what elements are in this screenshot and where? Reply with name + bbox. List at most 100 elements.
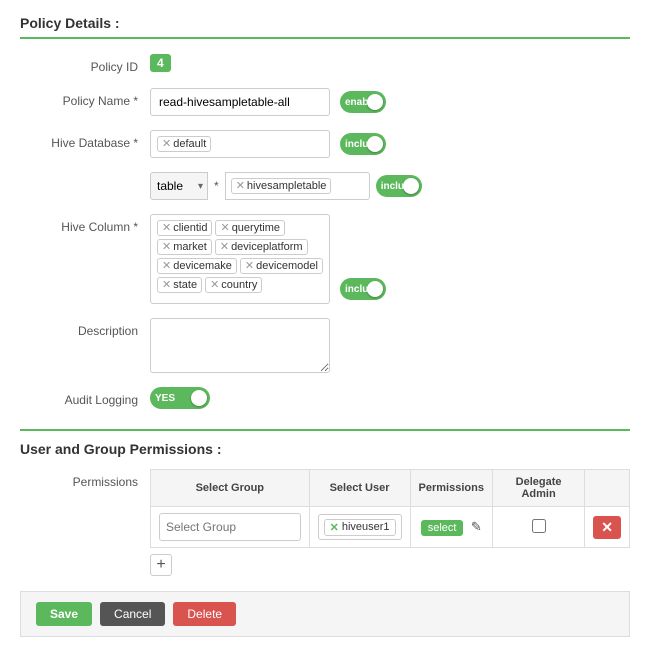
column-tag: ✕devicemake — [157, 258, 237, 274]
user-tag: ✕ hiveuser1 — [324, 519, 396, 536]
column-tag-value: clientid — [173, 222, 207, 234]
hive-database-label: Hive Database * — [20, 130, 150, 150]
table-label-empty — [20, 172, 150, 178]
policy-name-input[interactable] — [150, 88, 330, 116]
hive-database-wrap: ✕ default include — [150, 130, 386, 158]
hive-database-row: Hive Database * ✕ default include — [20, 130, 630, 158]
table-include-knob — [403, 178, 419, 194]
hive-database-tag-remove[interactable]: ✕ — [162, 139, 171, 150]
column-tag-value: devicemake — [173, 260, 232, 272]
column-tag: ✕state — [157, 277, 202, 293]
policy-id-label: Policy ID — [20, 54, 150, 74]
edit-permissions-icon[interactable]: ✎ — [471, 519, 482, 534]
column-tag-remove[interactable]: ✕ — [162, 242, 171, 253]
audit-logging-row: Audit Logging YES — [20, 387, 630, 409]
table-name-input[interactable]: ✕ hivesampletable — [225, 172, 370, 200]
column-tag-remove[interactable]: ✕ — [210, 280, 219, 291]
user-cell: ✕ hiveuser1 — [309, 507, 410, 548]
policy-details-title: Policy Details : — [20, 15, 630, 39]
column-tag-value: country — [221, 279, 257, 291]
permissions-row: Permissions Select Group Select User Per… — [20, 469, 630, 576]
column-tag-value: state — [173, 279, 197, 291]
audit-logging-wrap: YES — [150, 387, 210, 409]
table-star: * — [214, 179, 219, 193]
save-button[interactable]: Save — [36, 602, 92, 626]
group-cell — [151, 507, 310, 548]
permissions-label: Permissions — [20, 469, 150, 489]
add-row-button[interactable]: + — [150, 554, 172, 576]
column-tag: ✕deviceplatform — [215, 239, 308, 255]
permissions-section-title: User and Group Permissions : — [20, 441, 630, 457]
column-tag-remove[interactable]: ✕ — [162, 261, 171, 272]
database-include-toggle-wrap[interactable]: include — [340, 133, 386, 155]
column-tag-remove[interactable]: ✕ — [245, 261, 254, 272]
column-tag-value: devicemodel — [256, 260, 318, 272]
audit-logging-toggle[interactable]: YES — [150, 387, 210, 409]
column-include-knob — [367, 281, 383, 297]
description-row: Description — [20, 318, 630, 373]
delegate-admin-checkbox[interactable] — [532, 519, 546, 533]
user-tag-value: hiveuser1 — [342, 521, 390, 533]
delete-button[interactable]: Delete — [173, 602, 236, 626]
table-row: ✕ hiveuser1 select ✎ — [151, 507, 630, 548]
hive-database-input[interactable]: ✕ default — [150, 130, 330, 158]
table-name-tag-value: hivesampletable — [247, 180, 327, 192]
hive-column-row: Hive Column * ✕clientid✕querytime✕market… — [20, 214, 630, 304]
permissions-table-wrap: Select Group Select User Permissions Del… — [150, 469, 630, 576]
column-tag-remove[interactable]: ✕ — [220, 223, 229, 234]
audit-logging-text: YES — [155, 393, 175, 404]
column-tag-remove[interactable]: ✕ — [162, 223, 171, 234]
column-tag: ✕clientid — [157, 220, 212, 236]
delegate-cell — [492, 507, 584, 548]
enabled-toggle-wrap[interactable]: enabled — [340, 91, 386, 113]
column-tag: ✕devicemodel — [240, 258, 323, 274]
hive-column-wrap: ✕clientid✕querytime✕market✕deviceplatfor… — [150, 214, 386, 304]
database-include-toggle[interactable]: include — [340, 133, 386, 155]
table-type-select[interactable]: table — [157, 179, 198, 193]
permissions-cell: select ✎ — [410, 507, 492, 548]
column-tag-remove[interactable]: ✕ — [220, 242, 229, 253]
policy-name-label: Policy Name * — [20, 88, 150, 108]
policy-id-row: Policy ID 4 — [20, 54, 630, 74]
column-tag: ✕country — [205, 277, 262, 293]
hive-database-tag: ✕ default — [157, 136, 211, 152]
table-row: table * ✕ hivesampletable include — [20, 172, 630, 200]
audit-logging-label: Audit Logging — [20, 387, 150, 407]
select-group-input[interactable] — [159, 513, 301, 541]
col-actions — [585, 470, 630, 507]
permissions-section: User and Group Permissions : Permissions… — [20, 429, 630, 576]
hive-column-label: Hive Column * — [20, 214, 150, 234]
enabled-toggle[interactable]: enabled — [340, 91, 386, 113]
description-textarea[interactable] — [150, 318, 330, 373]
select-permissions-btn[interactable]: select — [421, 520, 464, 536]
table-name-tag: ✕ hivesampletable — [231, 178, 332, 194]
enabled-toggle-knob — [367, 94, 383, 110]
delete-row-button[interactable]: ✕ — [593, 516, 621, 539]
table-include-toggle[interactable]: include — [376, 175, 422, 197]
permissions-table: Select Group Select User Permissions Del… — [150, 469, 630, 548]
hive-column-input[interactable]: ✕clientid✕querytime✕market✕deviceplatfor… — [150, 214, 330, 304]
delete-cell: ✕ — [585, 507, 630, 548]
audit-logging-knob — [191, 390, 207, 406]
column-tag-value: deviceplatform — [231, 241, 303, 253]
column-tag-value: querytime — [232, 222, 280, 234]
column-include-toggle[interactable]: include — [340, 278, 386, 300]
description-wrap — [150, 318, 330, 373]
policy-id-badge: 4 — [150, 54, 171, 72]
footer-actions: Save Cancel Delete — [20, 591, 630, 637]
user-tag-remove[interactable]: ✕ — [330, 521, 339, 534]
table-type-select-wrapper[interactable]: table — [150, 172, 208, 200]
table-wrap: table * ✕ hivesampletable include — [150, 172, 422, 200]
col-permissions: Permissions — [410, 470, 492, 507]
description-label: Description — [20, 318, 150, 338]
col-select-group: Select Group — [151, 470, 310, 507]
table-name-tag-remove[interactable]: ✕ — [236, 181, 245, 192]
hive-database-tag-value: default — [173, 138, 206, 150]
table-include-toggle-wrap[interactable]: include — [376, 175, 422, 197]
column-tag-remove[interactable]: ✕ — [162, 280, 171, 291]
column-include-toggle-wrap[interactable]: include — [340, 278, 386, 300]
column-tag: ✕market — [157, 239, 212, 255]
database-include-knob — [367, 136, 383, 152]
policy-name-row: Policy Name * enabled — [20, 88, 630, 116]
cancel-button[interactable]: Cancel — [100, 602, 165, 626]
